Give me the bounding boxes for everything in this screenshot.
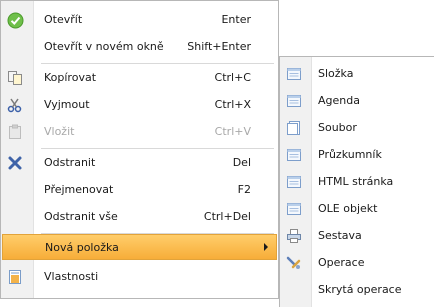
menu-item-label: Odstranit vše: [44, 210, 118, 223]
submenu-item-operation[interactable]: Operace: [281, 250, 433, 277]
menu-item-label: Vlastnosti: [44, 270, 99, 283]
menu-item-shortcut: Ctrl+V: [214, 125, 251, 138]
properties-icon: [5, 268, 25, 286]
check-circle-icon: [5, 11, 25, 29]
submenu-item-explorer[interactable]: Průzkumník: [281, 142, 433, 169]
menu-item-open-new-window[interactable]: Otevřít v novém okně Shift+Enter: [2, 34, 277, 61]
copy-icon: [5, 69, 25, 87]
submenu-item-agenda[interactable]: Agenda: [281, 88, 433, 115]
menu-item-label: HTML stránka: [318, 175, 394, 188]
submenu-item-hidden-operation[interactable]: Skrytá operace: [281, 277, 433, 304]
submenu-item-folder[interactable]: Složka: [281, 61, 433, 88]
menu-item-label: Nová položka: [45, 241, 119, 254]
scissors-icon: [5, 96, 25, 114]
menu-item-new-item[interactable]: Nová položka: [2, 234, 277, 260]
menu-item-shortcut: Ctrl+C: [214, 71, 251, 84]
menu-item-properties[interactable]: Vlastnosti: [2, 264, 277, 291]
menu-item-label: Složka: [318, 67, 354, 80]
menu-item-shortcut: Shift+Enter: [187, 40, 251, 53]
menu-item-label: Operace: [318, 256, 365, 269]
tools-icon: [284, 254, 304, 272]
menu-item-open[interactable]: Otevřít Enter: [2, 7, 277, 34]
window-icon: [284, 65, 304, 83]
menu-item-label: Přejmenovat: [44, 183, 114, 196]
submenu-item-ole-object[interactable]: OLE objekt: [281, 196, 433, 223]
window-icon: [284, 200, 304, 218]
new-item-submenu: Složka Agenda Soubor Průzkumník HTML str…: [279, 56, 434, 307]
menu-item-label: Soubor: [318, 121, 357, 134]
submenu-item-file[interactable]: Soubor: [281, 115, 433, 142]
submenu-item-html-page[interactable]: HTML stránka: [281, 169, 433, 196]
submenu-arrow-icon: [264, 243, 268, 251]
menu-item-cut[interactable]: Vyjmout Ctrl+X: [2, 92, 277, 119]
menu-item-shortcut: Ctrl+X: [214, 98, 251, 111]
menu-item-label: OLE objekt: [318, 202, 378, 215]
window-icon: [284, 173, 304, 191]
context-menu: Otevřít Enter Otevřít v novém okně Shift…: [0, 0, 279, 299]
menu-item-label: Průzkumník: [318, 148, 382, 161]
menu-item-label: Vložit: [44, 125, 75, 138]
menu-item-shortcut: Ctrl+Del: [203, 210, 251, 223]
menu-item-label: Vyjmout: [44, 98, 90, 111]
window-icon: [284, 92, 304, 110]
menu-item-label: Skrytá operace: [318, 283, 402, 296]
menu-item-label: Kopírovat: [44, 71, 97, 84]
menu-item-paste[interactable]: Vložit Ctrl+V: [2, 119, 277, 146]
window-icon: [284, 146, 304, 164]
menu-separator: [41, 63, 274, 64]
menu-separator: [41, 148, 274, 149]
menu-item-delete[interactable]: Odstranit Del: [2, 150, 277, 177]
submenu-item-report[interactable]: Sestava: [281, 223, 433, 250]
menu-item-label: Odstranit: [44, 156, 96, 169]
menu-item-copy[interactable]: Kopírovat Ctrl+C: [2, 65, 277, 92]
menu-item-label: Otevřít v novém okně: [44, 40, 164, 53]
menu-item-label: Agenda: [318, 94, 360, 107]
delete-icon: [5, 154, 25, 172]
menu-item-shortcut: Del: [232, 156, 251, 169]
menu-item-label: Sestava: [318, 229, 362, 242]
printer-icon: [284, 227, 304, 245]
menu-item-delete-all[interactable]: Odstranit vše Ctrl+Del: [2, 204, 277, 231]
paste-icon: [5, 123, 25, 141]
menu-item-label: Otevřít: [44, 13, 83, 26]
menu-item-rename[interactable]: Přejmenovat F2: [2, 177, 277, 204]
menu-item-shortcut: Enter: [221, 13, 251, 26]
menu-item-shortcut: F2: [237, 183, 251, 196]
document-icon: [284, 119, 304, 137]
